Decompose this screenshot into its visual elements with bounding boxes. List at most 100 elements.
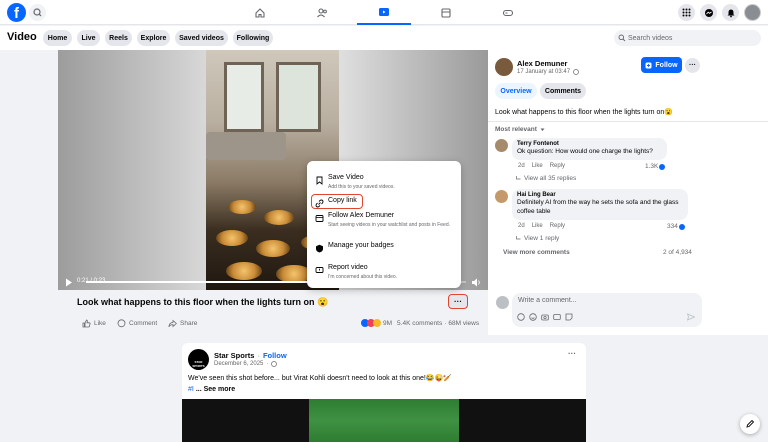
comment-actions: 2d Like Reply <box>518 163 565 169</box>
follow-plus-icon <box>645 62 652 69</box>
like-button[interactable]: Like <box>82 319 106 328</box>
comment-text: Definitely AI from the way he sets the s… <box>517 199 679 215</box>
write-comment-box[interactable]: Write a comment... <box>512 293 702 327</box>
share-icon <box>168 319 177 328</box>
feed-video[interactable] <box>182 399 586 442</box>
search-icon[interactable] <box>29 4 46 21</box>
comment-text: Ok question: How would one charge the li… <box>517 148 653 155</box>
sticker-icon[interactable] <box>565 313 573 321</box>
post-date[interactable]: 17 January at 03:47 <box>517 69 570 75</box>
like-label: Like <box>94 320 106 327</box>
home-icon[interactable] <box>233 0 287 25</box>
menu-item-manage-badges[interactable]: Manage your badges <box>313 242 455 254</box>
more-options-button[interactable]: ··· <box>448 294 468 309</box>
friends-icon[interactable] <box>295 0 349 25</box>
comment-reactions[interactable]: 334 <box>667 223 685 230</box>
camera-icon[interactable] <box>541 313 549 321</box>
feed-post-date[interactable]: December 6, 2025 <box>214 361 263 367</box>
menu-item-report-video[interactable]: Report video I'm concerned about this vi… <box>313 264 455 284</box>
comment-actions: 2d Like Reply <box>518 223 565 229</box>
feed-post-text: We've seen this shot before... but Virat… <box>188 375 452 382</box>
comment-reactions[interactable]: 1.3K <box>645 163 666 170</box>
comment-like[interactable]: Like <box>532 223 543 229</box>
volume-icon[interactable] <box>471 278 481 287</box>
globe-icon <box>573 69 579 75</box>
menu-grid-icon[interactable] <box>678 4 695 21</box>
comment-like[interactable]: Like <box>532 163 543 169</box>
send-icon[interactable] <box>687 313 695 321</box>
search-placeholder: Search videos <box>628 34 673 42</box>
page-name[interactable]: Star Sports <box>214 351 254 360</box>
tab-explore[interactable]: Explore <box>137 30 170 46</box>
page-avatar[interactable]: STAR SPORTS <box>188 349 209 370</box>
sort-dropdown[interactable]: Most relevant <box>495 126 545 133</box>
badge-icon <box>315 244 324 253</box>
view-more-comments-link[interactable]: View more comments <box>503 249 570 256</box>
tab-home[interactable]: Home <box>43 30 72 46</box>
messenger-icon[interactable] <box>700 4 717 21</box>
avatar-sticker-icon[interactable] <box>517 313 525 321</box>
menu-item-save-video[interactable]: Save Video Add this to your saved videos… <box>313 174 455 194</box>
search-videos-input[interactable]: Search videos <box>614 30 761 46</box>
tab-saved-videos[interactable]: Saved videos <box>175 30 228 46</box>
views-count: 68M views <box>448 319 480 327</box>
tab-overview[interactable]: Overview <box>495 83 537 99</box>
view-replies-link[interactable]: View all 35 replies <box>516 175 576 182</box>
menu-item-label: Manage your badges <box>328 242 394 249</box>
view-replies-label: View 1 reply <box>524 235 560 242</box>
write-comment-input[interactable]: Write a comment... <box>518 297 577 304</box>
video-scene-light <box>216 230 248 246</box>
bell-icon[interactable] <box>722 4 739 21</box>
commenter-avatar[interactable] <box>495 139 508 152</box>
divider <box>488 121 768 122</box>
menu-item-follow[interactable]: Follow Alex Demuner Start seeing videos … <box>313 212 455 236</box>
follow-button[interactable]: Follow <box>641 57 682 73</box>
comment-button[interactable]: Comment <box>117 319 157 328</box>
follow-icon <box>315 214 324 223</box>
comment-reaction-count: 334 <box>667 223 678 230</box>
profile-avatar[interactable] <box>744 4 761 21</box>
feed-post: STAR SPORTS Star Sports · Follow Decembe… <box>182 343 586 442</box>
new-message-button[interactable] <box>740 414 760 434</box>
feed-more-button[interactable]: ··· <box>568 349 576 358</box>
view-replies-label: View all 35 replies <box>524 175 577 182</box>
menu-item-sub: Add this to your saved videos. <box>328 184 395 190</box>
comment-reaction-count: 1.3K <box>645 163 659 170</box>
emoji-icon[interactable] <box>529 313 537 321</box>
feed-post-tags: #I ... See more <box>188 386 235 393</box>
author-avatar[interactable] <box>495 58 513 76</box>
play-icon[interactable] <box>65 278 73 287</box>
thumbs-up-icon <box>82 319 91 328</box>
panel-more-button[interactable]: ··· <box>685 58 700 73</box>
wow-reaction-icon <box>373 319 381 327</box>
gif-icon[interactable] <box>553 313 561 321</box>
marketplace-icon[interactable] <box>419 0 473 25</box>
comment-reply[interactable]: Reply <box>550 223 565 229</box>
page-follow-link[interactable]: Follow <box>263 351 287 360</box>
view-replies-link[interactable]: View 1 reply <box>516 235 559 242</box>
video-icon[interactable] <box>357 0 411 25</box>
tab-live[interactable]: Live <box>77 30 100 46</box>
bookmark-icon <box>315 176 324 185</box>
tab-comments[interactable]: Comments <box>540 83 586 99</box>
comment-icon <box>117 319 126 328</box>
comment-reply[interactable]: Reply <box>550 163 565 169</box>
gaming-icon[interactable] <box>481 0 535 25</box>
menu-item-label: Copy link <box>328 197 357 204</box>
edit-icon <box>745 419 755 429</box>
commenter-avatar[interactable] <box>495 190 508 203</box>
comments-count[interactable]: 5.4K comments <box>397 320 442 327</box>
tab-reels[interactable]: Reels <box>105 30 132 46</box>
share-button[interactable]: Share <box>168 319 197 328</box>
video-scene-light <box>256 240 290 257</box>
hashtag-link[interactable]: #I <box>188 386 194 393</box>
see-more-link[interactable]: ... See more <box>196 386 235 393</box>
facebook-logo[interactable]: f <box>7 3 26 22</box>
dot-separator: · <box>266 361 269 367</box>
menu-item-copy-link[interactable]: Copy link <box>313 197 455 209</box>
tab-following[interactable]: Following <box>233 30 273 46</box>
reply-arrow-icon <box>516 236 521 241</box>
author-name[interactable]: Alex Demuner <box>517 59 567 68</box>
page-header: Star Sports · Follow <box>214 351 287 360</box>
reactions-count[interactable]: 9M <box>383 320 392 327</box>
